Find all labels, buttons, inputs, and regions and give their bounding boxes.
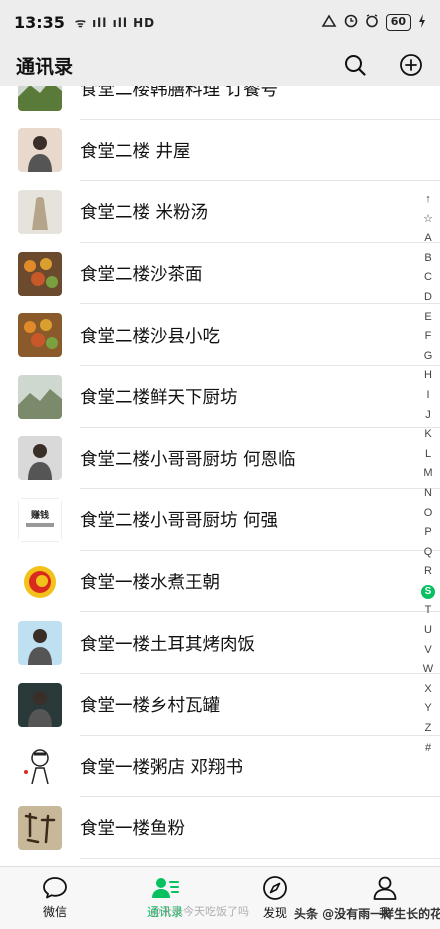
profile-icon — [373, 876, 397, 900]
index-letter[interactable]: F — [420, 327, 436, 347]
status-icons: 60 — [321, 13, 426, 31]
contact-name: 食堂一楼粥店 邓翔书 — [80, 757, 244, 778]
avatar: 赚钱 — [18, 497, 62, 542]
avatar — [18, 805, 62, 850]
index-letter[interactable]: Z — [420, 719, 436, 739]
watermark-author: 头条 @没有雨一样生长的花 — [294, 907, 440, 921]
header: 通讯录 — [0, 44, 440, 86]
index-letter[interactable]: M — [420, 464, 436, 484]
contact-name: 食堂一楼土耳其烤肉饭 — [80, 634, 255, 655]
chat-icon — [43, 877, 67, 899]
index-letter[interactable]: P — [420, 523, 436, 543]
index-letter[interactable]: H — [420, 366, 436, 386]
index-letter[interactable]: V — [420, 641, 436, 661]
contact-list[interactable]: 食堂二楼韩膳料理 订餐号食堂二楼 井屋 食堂二楼 米粉汤 食堂二楼沙茶面 食堂二楼沙县… — [0, 86, 440, 866]
battery-indicator: 60 — [385, 13, 411, 31]
index-letter[interactable]: K — [420, 425, 436, 445]
charging-icon — [418, 13, 426, 31]
index-letter[interactable]: X — [420, 680, 436, 700]
contact-row[interactable]: 食堂二楼韩膳料理 订餐号 — [0, 86, 440, 120]
index-letter[interactable]: R — [420, 562, 436, 582]
contact-row[interactable]: 食堂一楼水煮王朝 — [0, 550, 440, 613]
contact-row[interactable]: 食堂二楼 米粉汤 — [0, 181, 440, 243]
contact-row[interactable]: 食堂一楼粥店 邓翔书 — [0, 735, 440, 798]
contact-name: 食堂一楼鱼粉 — [80, 819, 185, 840]
index-letter[interactable]: E — [420, 308, 436, 328]
plus-circle-icon — [400, 54, 422, 76]
index-letter[interactable]: # — [420, 739, 436, 759]
index-letter[interactable]: N — [420, 484, 436, 504]
avatar — [18, 251, 62, 296]
compass-icon — [263, 876, 287, 900]
alphabet-index[interactable]: ↑ ☆ A B C D E F G H I J K L M N O P Q R S T U V W X Y Z # — [420, 190, 436, 758]
contact-name: 食堂二楼小哥哥厨坊 何强 — [80, 511, 279, 532]
avatar — [18, 559, 62, 604]
index-letter[interactable]: B — [420, 249, 436, 269]
index-letter[interactable]: C — [420, 268, 436, 288]
svg-text:赚钱: 赚钱 — [30, 509, 49, 521]
index-letter[interactable]: A — [420, 229, 436, 249]
contact-name: 食堂二楼鲜天下厨坊 — [80, 388, 238, 409]
index-letter[interactable]: I — [420, 386, 436, 406]
index-letter[interactable]: Y — [420, 699, 436, 719]
avatar — [18, 374, 62, 419]
contact-row[interactable]: 食堂一楼乡村瓦罐 — [0, 673, 440, 736]
index-letter[interactable]: G — [420, 347, 436, 367]
alarm-icon — [344, 14, 358, 31]
avatar — [18, 621, 62, 666]
watermark: @永水今天吃饭了吗 — [150, 905, 249, 918]
contact-name: 食堂二楼 井屋 — [80, 141, 191, 162]
contact-name: 食堂一楼水煮王朝 — [80, 573, 220, 594]
contact-row[interactable]: 食堂二楼鲜天下厨坊 — [0, 365, 440, 428]
contact-name: 食堂二楼沙茶面 — [80, 265, 203, 286]
tab-chats[interactable]: 微信 — [0, 867, 110, 929]
contact-name: 食堂一楼乡村瓦罐 — [80, 696, 220, 717]
contact-row[interactable]: 食堂二楼 井屋 — [0, 119, 440, 182]
index-letter[interactable]: S — [421, 584, 435, 599]
index-letter[interactable]: T — [420, 601, 436, 621]
contact-name: 食堂二楼沙县小吃 — [80, 326, 220, 347]
avatar — [18, 189, 62, 234]
add-button[interactable] — [398, 52, 424, 78]
avatar — [18, 128, 62, 173]
index-letter[interactable]: J — [420, 406, 436, 426]
contact-row[interactable]: 食堂二楼沙县小吃 — [0, 304, 440, 366]
index-letter[interactable]: U — [420, 621, 436, 641]
index-letter[interactable]: L — [420, 445, 436, 465]
tab-label: 发现 — [262, 906, 287, 920]
avatar — [18, 86, 62, 111]
status-time: 13:35 — [14, 12, 65, 32]
index-letter[interactable]: Q — [420, 543, 436, 563]
contact-list-inner: 食堂二楼韩膳料理 订餐号食堂二楼 井屋 食堂二楼 米粉汤 食堂二楼沙茶面 食堂二楼沙县… — [0, 86, 440, 859]
contact-row[interactable]: 食堂一楼土耳其烤肉饭 — [0, 612, 440, 674]
search-icon — [345, 55, 366, 76]
header-actions — [342, 52, 424, 78]
contact-row[interactable]: 食堂二楼沙茶面 — [0, 242, 440, 305]
tab-label: 微信 — [42, 905, 67, 919]
avatar — [18, 682, 62, 727]
avatar — [18, 744, 62, 789]
index-letter[interactable]: ☆ — [420, 210, 436, 230]
page-title: 通讯录 — [16, 55, 74, 78]
contact-name: 食堂二楼韩膳料理 订餐号 — [80, 86, 279, 101]
contact-name: 食堂二楼小哥哥厨坊 何恩临 — [80, 449, 296, 470]
nfc-icon — [321, 13, 337, 31]
search-button[interactable] — [342, 52, 368, 78]
index-letter[interactable]: ↑ — [420, 190, 436, 210]
contact-row[interactable]: 食堂二楼小哥哥厨坊 何恩临 — [0, 427, 440, 490]
signal-icon: ᯤ ıll ıll HD — [74, 15, 156, 30]
index-letter[interactable]: D — [420, 288, 436, 308]
clock-icon — [365, 13, 379, 31]
status-bar: 13:35 ᯤ ıll ıll HD 60 — [0, 0, 440, 44]
avatar — [18, 436, 62, 481]
contact-row[interactable]: 食堂一楼鱼粉 — [0, 797, 440, 859]
contacts-icon — [152, 878, 179, 898]
contact-row[interactable]: 赚钱 食堂二楼小哥哥厨坊 何强 — [0, 489, 440, 551]
contact-name: 食堂二楼 米粉汤 — [80, 203, 209, 224]
avatar — [18, 313, 62, 358]
tab-contacts[interactable]: 通讯录 — [110, 867, 220, 929]
index-letter[interactable]: O — [420, 504, 436, 524]
index-letter[interactable]: W — [420, 660, 436, 680]
